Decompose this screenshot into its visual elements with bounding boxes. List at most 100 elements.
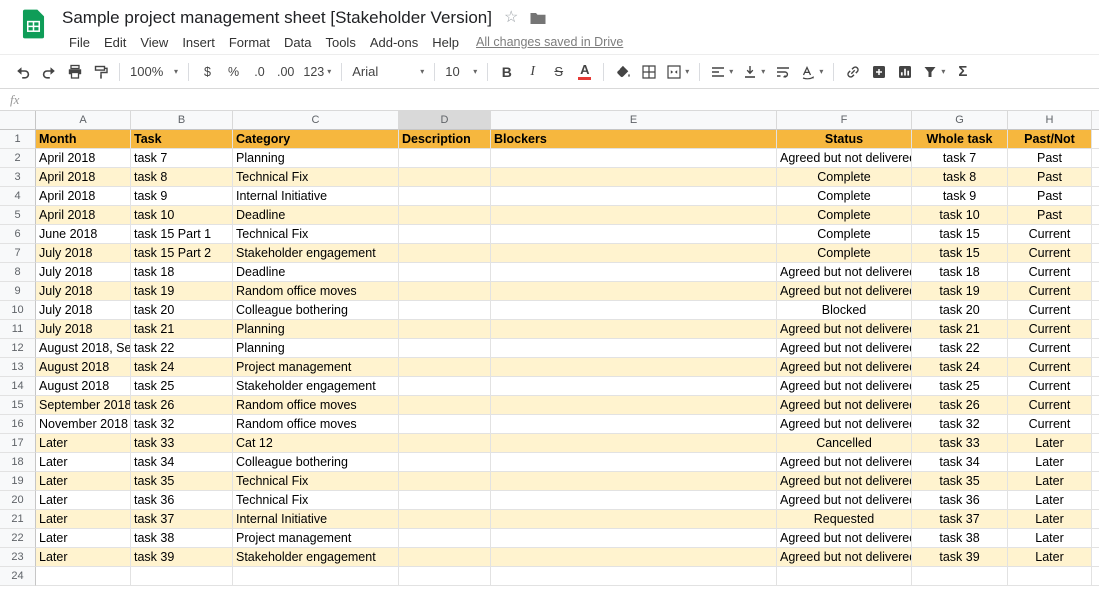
bold-button[interactable]: B: [494, 59, 519, 85]
cell-G17[interactable]: task 33: [912, 434, 1008, 453]
cell-C17[interactable]: Cat 12: [233, 434, 399, 453]
cell-A7[interactable]: July 2018: [36, 244, 131, 263]
cell-A11[interactable]: July 2018: [36, 320, 131, 339]
cell-G12[interactable]: task 22: [912, 339, 1008, 358]
cell-D10[interactable]: [399, 301, 491, 320]
cell-B4[interactable]: task 9: [131, 187, 233, 206]
fill-color-button[interactable]: [610, 59, 635, 85]
cell-F6[interactable]: Complete: [777, 225, 912, 244]
row-header-13[interactable]: 13: [0, 358, 36, 377]
cell-H22[interactable]: Later: [1008, 529, 1092, 548]
row-header-4[interactable]: 4: [0, 187, 36, 206]
cell-F11[interactable]: Agreed but not delivered: [777, 320, 912, 339]
cell-C5[interactable]: Deadline: [233, 206, 399, 225]
cell-A12[interactable]: August 2018, Se: [36, 339, 131, 358]
cell-F13[interactable]: Agreed but not delivered: [777, 358, 912, 377]
zoom-select[interactable]: 100% ▾: [126, 59, 182, 85]
cell-A1[interactable]: Month: [36, 130, 131, 149]
cell-C10[interactable]: Colleague bothering: [233, 301, 399, 320]
cell-G15[interactable]: task 26: [912, 396, 1008, 415]
cell-G18[interactable]: task 34: [912, 453, 1008, 472]
save-status-link[interactable]: All changes saved in Drive: [476, 35, 623, 49]
cell-E17[interactable]: [491, 434, 777, 453]
cell-A22[interactable]: Later: [36, 529, 131, 548]
cell-E13[interactable]: [491, 358, 777, 377]
cell-F2[interactable]: Agreed but not delivered: [777, 149, 912, 168]
row-header-19[interactable]: 19: [0, 472, 36, 491]
cell-D19[interactable]: [399, 472, 491, 491]
cell-C16[interactable]: Random office moves: [233, 415, 399, 434]
cell-B10[interactable]: task 20: [131, 301, 233, 320]
cell-E7[interactable]: [491, 244, 777, 263]
cell-H2[interactable]: Past: [1008, 149, 1092, 168]
cell-C20[interactable]: Technical Fix: [233, 491, 399, 510]
cell-G11[interactable]: task 21: [912, 320, 1008, 339]
cell-G7[interactable]: task 15: [912, 244, 1008, 263]
cell-F1[interactable]: Status: [777, 130, 912, 149]
cell-H24[interactable]: [1008, 567, 1092, 586]
cell-E20[interactable]: [491, 491, 777, 510]
cell-B15[interactable]: task 26: [131, 396, 233, 415]
menu-addons[interactable]: Add-ons: [363, 33, 425, 52]
format-percent-button[interactable]: %: [221, 59, 246, 85]
cell-B3[interactable]: task 8: [131, 168, 233, 187]
row-header-23[interactable]: 23: [0, 548, 36, 567]
cell-D1[interactable]: Description: [399, 130, 491, 149]
cell-F20[interactable]: Agreed but not delivered: [777, 491, 912, 510]
text-color-button[interactable]: A: [572, 59, 597, 85]
cell-B23[interactable]: task 39: [131, 548, 233, 567]
cell-A8[interactable]: July 2018: [36, 263, 131, 282]
cell-F23[interactable]: Agreed but not delivered: [777, 548, 912, 567]
cell-D12[interactable]: [399, 339, 491, 358]
column-header-H[interactable]: H: [1008, 111, 1092, 130]
cell-H18[interactable]: Later: [1008, 453, 1092, 472]
cell-G4[interactable]: task 9: [912, 187, 1008, 206]
row-header-9[interactable]: 9: [0, 282, 36, 301]
cell-H10[interactable]: Current: [1008, 301, 1092, 320]
paint-format-button[interactable]: [88, 59, 113, 85]
cell-E8[interactable]: [491, 263, 777, 282]
formula-bar[interactable]: fx: [0, 89, 1099, 111]
cell-A3[interactable]: April 2018: [36, 168, 131, 187]
cell-G6[interactable]: task 15: [912, 225, 1008, 244]
cell-F18[interactable]: Agreed but not delivered: [777, 453, 912, 472]
cell-C14[interactable]: Stakeholder engagement: [233, 377, 399, 396]
column-header-C[interactable]: C: [233, 111, 399, 130]
cell-G20[interactable]: task 36: [912, 491, 1008, 510]
cell-H17[interactable]: Later: [1008, 434, 1092, 453]
cell-H20[interactable]: Later: [1008, 491, 1092, 510]
cell-B6[interactable]: task 15 Part 1: [131, 225, 233, 244]
menu-edit[interactable]: Edit: [97, 33, 133, 52]
menu-data[interactable]: Data: [277, 33, 318, 52]
cell-A23[interactable]: Later: [36, 548, 131, 567]
cell-H3[interactable]: Past: [1008, 168, 1092, 187]
column-header-D[interactable]: D: [399, 111, 491, 130]
cell-F16[interactable]: Agreed but not delivered: [777, 415, 912, 434]
menu-format[interactable]: Format: [222, 33, 277, 52]
cell-E1[interactable]: Blockers: [491, 130, 777, 149]
text-wrap-button[interactable]: [770, 59, 795, 85]
vertical-align-button[interactable]: ▾: [738, 59, 769, 85]
cell-F22[interactable]: Agreed but not delivered: [777, 529, 912, 548]
cell-D16[interactable]: [399, 415, 491, 434]
cell-D8[interactable]: [399, 263, 491, 282]
italic-button[interactable]: I: [520, 59, 545, 85]
cell-A6[interactable]: June 2018: [36, 225, 131, 244]
row-header-6[interactable]: 6: [0, 225, 36, 244]
move-to-folder-icon[interactable]: [530, 12, 546, 25]
cell-D13[interactable]: [399, 358, 491, 377]
cell-G22[interactable]: task 38: [912, 529, 1008, 548]
cell-D23[interactable]: [399, 548, 491, 567]
cell-C21[interactable]: Internal Initiative: [233, 510, 399, 529]
cell-B17[interactable]: task 33: [131, 434, 233, 453]
star-icon[interactable]: ☆: [504, 10, 518, 26]
cell-G14[interactable]: task 25: [912, 377, 1008, 396]
cell-F12[interactable]: Agreed but not delivered: [777, 339, 912, 358]
cell-E9[interactable]: [491, 282, 777, 301]
cell-C13[interactable]: Project management: [233, 358, 399, 377]
cell-A4[interactable]: April 2018: [36, 187, 131, 206]
row-header-14[interactable]: 14: [0, 377, 36, 396]
cell-A21[interactable]: Later: [36, 510, 131, 529]
cell-C18[interactable]: Colleague bothering: [233, 453, 399, 472]
cell-B21[interactable]: task 37: [131, 510, 233, 529]
